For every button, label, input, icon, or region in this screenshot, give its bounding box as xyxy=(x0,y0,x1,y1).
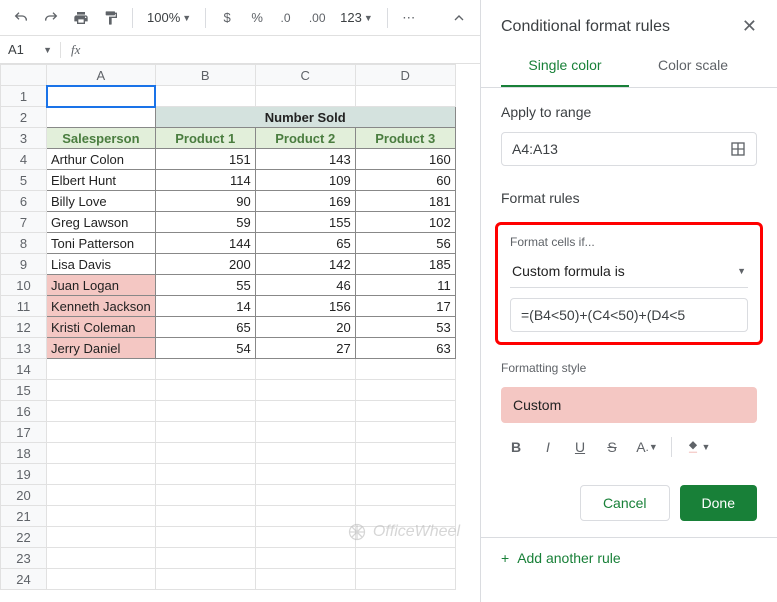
name-cell[interactable]: Elbert Hunt xyxy=(47,170,156,191)
toolbar: 100% ▼ $ % .0 .00 123▼ ⋯ xyxy=(0,0,480,36)
cell[interactable] xyxy=(47,86,156,107)
bold-icon[interactable]: B xyxy=(501,433,531,461)
spreadsheet-area: 100% ▼ $ % .0 .00 123▼ ⋯ A1▼ fx ABCD12Nu… xyxy=(0,0,481,602)
data-cell[interactable]: 151 xyxy=(155,149,255,170)
data-cell[interactable]: 17 xyxy=(355,296,455,317)
name-cell[interactable]: Toni Patterson xyxy=(47,233,156,254)
condition-dropdown[interactable]: Custom formula is▼ xyxy=(510,255,748,288)
name-cell[interactable]: Arthur Colon xyxy=(47,149,156,170)
grid[interactable]: ABCD12Number Sold3SalespersonProduct 1Pr… xyxy=(0,64,480,602)
currency-icon[interactable]: $ xyxy=(214,5,240,31)
format-toolbar: B I U S A.▼ ▼ xyxy=(501,433,757,461)
panel-title: Conditional format rules xyxy=(501,18,670,36)
tab-single-color[interactable]: Single color xyxy=(501,45,629,87)
data-cell[interactable]: 54 xyxy=(155,338,255,359)
data-cell[interactable]: 90 xyxy=(155,191,255,212)
formula-input[interactable] xyxy=(510,298,748,332)
data-cell[interactable]: 56 xyxy=(355,233,455,254)
salesperson-header[interactable]: Salesperson xyxy=(47,128,156,149)
data-cell[interactable]: 53 xyxy=(355,317,455,338)
add-another-rule[interactable]: + Add another rule xyxy=(481,537,777,578)
more-formats-dropdown[interactable]: 123▼ xyxy=(334,10,379,25)
range-input[interactable] xyxy=(512,141,730,157)
data-cell[interactable]: 156 xyxy=(255,296,355,317)
style-preview[interactable]: Custom xyxy=(501,387,757,423)
data-cell[interactable]: 11 xyxy=(355,275,455,296)
decrease-decimal-icon[interactable]: .0 xyxy=(274,5,300,31)
name-cell[interactable]: Greg Lawson xyxy=(47,212,156,233)
data-cell[interactable]: 27 xyxy=(255,338,355,359)
row-header[interactable]: 1 xyxy=(1,86,47,107)
format-cells-if-label: Format cells if... xyxy=(510,235,748,249)
data-cell[interactable]: 14 xyxy=(155,296,255,317)
strikethrough-icon[interactable]: S xyxy=(597,433,627,461)
done-button[interactable]: Done xyxy=(680,485,757,521)
grid-select-icon[interactable] xyxy=(730,141,746,157)
conditional-format-panel: Conditional format rules ✕ Single color … xyxy=(481,0,777,602)
column-header[interactable]: C xyxy=(255,65,355,86)
close-icon[interactable]: ✕ xyxy=(742,16,757,37)
name-cell[interactable]: Juan Logan xyxy=(47,275,156,296)
data-cell[interactable]: 109 xyxy=(255,170,355,191)
fill-color-icon[interactable]: ▼ xyxy=(678,433,718,461)
data-cell[interactable]: 20 xyxy=(255,317,355,338)
tab-color-scale[interactable]: Color scale xyxy=(629,45,757,87)
data-cell[interactable]: 55 xyxy=(155,275,255,296)
percent-icon[interactable]: % xyxy=(244,5,270,31)
name-cell[interactable]: Billy Love xyxy=(47,191,156,212)
column-header[interactable]: A xyxy=(47,65,156,86)
collapse-icon[interactable] xyxy=(446,5,472,31)
watermark: OfficeWheel xyxy=(347,522,460,542)
data-cell[interactable]: 200 xyxy=(155,254,255,275)
data-cell[interactable]: 60 xyxy=(355,170,455,191)
print-icon[interactable] xyxy=(68,5,94,31)
data-cell[interactable]: 144 xyxy=(155,233,255,254)
fx-icon: fx xyxy=(60,42,90,58)
name-cell[interactable]: Kenneth Jackson xyxy=(47,296,156,317)
apply-to-range-label: Apply to range xyxy=(501,104,757,120)
data-cell[interactable]: 181 xyxy=(355,191,455,212)
zoom-dropdown[interactable]: 100% ▼ xyxy=(141,10,197,25)
tabs: Single color Color scale xyxy=(481,45,777,88)
merged-header[interactable]: Number Sold xyxy=(155,107,455,128)
data-cell[interactable]: 65 xyxy=(255,233,355,254)
product-header[interactable]: Product 3 xyxy=(355,128,455,149)
name-cell[interactable]: Kristi Coleman xyxy=(47,317,156,338)
formula-bar: A1▼ fx xyxy=(0,36,480,64)
text-color-icon[interactable]: A.▼ xyxy=(629,433,665,461)
data-cell[interactable]: 46 xyxy=(255,275,355,296)
formatting-style-label: Formatting style xyxy=(501,361,757,375)
product-header[interactable]: Product 1 xyxy=(155,128,255,149)
undo-icon[interactable] xyxy=(8,5,34,31)
highlighted-rule-box: Format cells if... Custom formula is▼ xyxy=(495,222,763,345)
data-cell[interactable]: 102 xyxy=(355,212,455,233)
redo-icon[interactable] xyxy=(38,5,64,31)
data-cell[interactable]: 142 xyxy=(255,254,355,275)
column-header[interactable]: B xyxy=(155,65,255,86)
data-cell[interactable]: 185 xyxy=(355,254,455,275)
column-header[interactable]: D xyxy=(355,65,455,86)
more-icon[interactable]: ⋯ xyxy=(396,5,422,31)
plus-icon: + xyxy=(501,550,509,566)
data-cell[interactable]: 114 xyxy=(155,170,255,191)
range-input-row[interactable] xyxy=(501,132,757,166)
data-cell[interactable]: 169 xyxy=(255,191,355,212)
name-cell[interactable]: Jerry Daniel xyxy=(47,338,156,359)
format-rules-label: Format rules xyxy=(501,190,757,206)
italic-icon[interactable]: I xyxy=(533,433,563,461)
data-cell[interactable]: 143 xyxy=(255,149,355,170)
paint-format-icon[interactable] xyxy=(98,5,124,31)
underline-icon[interactable]: U xyxy=(565,433,595,461)
name-box[interactable]: A1▼ xyxy=(0,42,60,57)
data-cell[interactable]: 65 xyxy=(155,317,255,338)
data-cell[interactable]: 155 xyxy=(255,212,355,233)
data-cell[interactable]: 59 xyxy=(155,212,255,233)
increase-decimal-icon[interactable]: .00 xyxy=(304,5,330,31)
data-cell[interactable]: 63 xyxy=(355,338,455,359)
name-cell[interactable]: Lisa Davis xyxy=(47,254,156,275)
cancel-button[interactable]: Cancel xyxy=(580,485,670,521)
data-cell[interactable]: 160 xyxy=(355,149,455,170)
product-header[interactable]: Product 2 xyxy=(255,128,355,149)
